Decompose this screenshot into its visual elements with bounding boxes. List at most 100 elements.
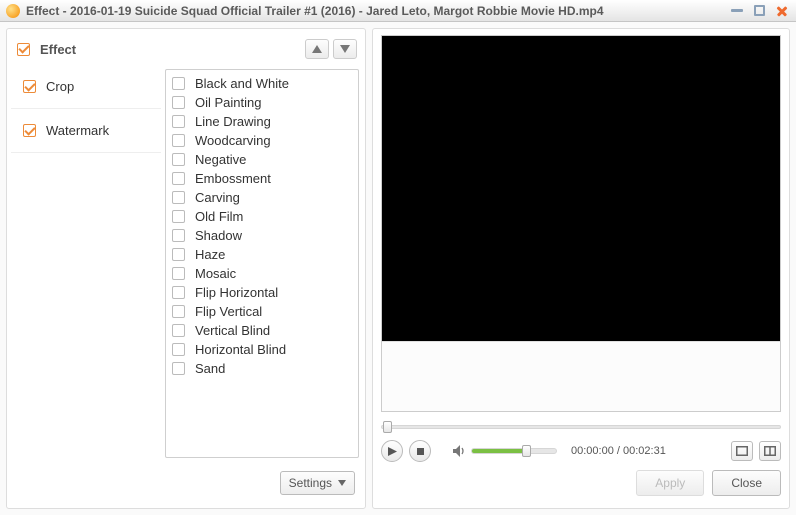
effect-checkbox[interactable] [172,172,185,185]
left-footer: Settings [11,462,361,504]
stop-button[interactable] [409,440,431,462]
effect-item[interactable]: Negative [172,150,352,169]
apply-button[interactable]: Apply [636,470,704,496]
window-close-button[interactable] [772,4,790,18]
settings-button[interactable]: Settings [280,471,355,495]
right-pane: 00:00:00 / 00:02:31 Apply Close [372,28,790,509]
right-footer: Apply Close [381,462,781,504]
left-body: Crop Watermark Black and White Oil Paintin… [11,65,361,462]
window-maximize-button[interactable] [750,4,768,18]
seek-track [381,425,781,429]
effect-item[interactable]: Flip Vertical [172,302,352,321]
chevron-up-icon [312,45,322,53]
workspace: Effect Crop Watermark Black and White Oil … [0,22,796,515]
current-time: 00:00:00 [571,445,614,457]
effect-label: Black and White [195,76,289,91]
effect-label: Flip Horizontal [195,285,278,300]
effect-label: Carving [195,190,240,205]
effect-item[interactable]: Carving [172,188,352,207]
play-button[interactable] [381,440,403,462]
effect-checkbox[interactable] [172,153,185,166]
volume-slider[interactable] [471,448,557,454]
settings-label: Settings [289,476,332,490]
effect-checkbox[interactable] [172,77,185,90]
aspect-button[interactable] [731,441,753,461]
effect-checkbox[interactable] [172,115,185,128]
effect-checkbox[interactable] [172,134,185,147]
volume-icon[interactable] [453,445,467,457]
left-pane-header: Effect [11,33,361,65]
move-down-button[interactable] [333,39,357,59]
effect-label: Negative [195,152,246,167]
effect-checkbox[interactable] [172,229,185,242]
player-controls: 00:00:00 / 00:02:31 [381,440,781,462]
sidebar-checkbox[interactable] [23,124,36,137]
effect-label: Haze [195,247,225,262]
left-pane: Effect Crop Watermark Black and White Oil … [6,28,366,509]
move-up-button[interactable] [305,39,329,59]
minimize-icon [731,9,743,12]
effect-item[interactable]: Horizontal Blind [172,340,352,359]
window-minimize-button[interactable] [728,4,746,18]
sidebar-item-crop[interactable]: Crop [11,65,161,109]
effect-label: Flip Vertical [195,304,262,319]
effect-item[interactable]: Mosaic [172,264,352,283]
effect-checkbox[interactable] [172,305,185,318]
effect-item[interactable]: Old Film [172,207,352,226]
effect-label: Old Film [195,209,243,224]
effect-label: Woodcarving [195,133,271,148]
window-title: Effect - 2016-01-19 Suicide Squad Offici… [26,4,724,18]
time-display: 00:00:00 / 00:02:31 [571,445,666,457]
effect-checkbox[interactable] [172,324,185,337]
volume-thumb[interactable] [522,445,531,457]
sidebar-item-watermark[interactable]: Watermark [11,109,161,153]
effect-checkbox[interactable] [172,343,185,356]
close-button[interactable]: Close [712,470,781,496]
sidebar-checkbox[interactable] [23,80,36,93]
effect-checkbox[interactable] [172,286,185,299]
effect-item[interactable]: Vertical Blind [172,321,352,340]
volume-fill [472,449,524,453]
effect-heading: Effect [40,42,76,57]
fullscreen-button[interactable] [759,441,781,461]
effect-checkbox[interactable] [172,210,185,223]
effect-checkbox[interactable] [172,362,185,375]
video-preview [381,35,781,412]
effect-item[interactable]: Woodcarving [172,131,352,150]
effect-heading-checkbox[interactable] [17,43,30,56]
effect-item[interactable]: Flip Horizontal [172,283,352,302]
effect-item[interactable]: Line Drawing [172,112,352,131]
effect-item[interactable]: Embossment [172,169,352,188]
stop-icon [416,447,425,456]
maximize-icon [754,5,765,16]
seek-thumb[interactable] [383,421,392,433]
effect-checkbox[interactable] [172,267,185,280]
seek-bar[interactable] [381,420,781,434]
effect-checkbox[interactable] [172,248,185,261]
video-compare-strip [382,341,780,411]
effect-label: Vertical Blind [195,323,270,338]
play-icon [388,447,397,456]
effects-list[interactable]: Black and White Oil Painting Line Drawing W… [165,69,359,458]
close-icon [774,4,788,18]
video-viewport[interactable] [382,36,780,341]
effect-item[interactable]: Oil Painting [172,93,352,112]
sidebar-item-label: Crop [46,79,74,94]
caret-down-icon [338,480,346,486]
total-time: 00:02:31 [623,445,666,457]
sidebar: Crop Watermark [11,65,161,462]
sidebar-item-label: Watermark [46,123,109,138]
effect-checkbox[interactable] [172,191,185,204]
effect-item[interactable]: Black and White [172,74,352,93]
effect-item[interactable]: Sand [172,359,352,378]
titlebar[interactable]: Effect - 2016-01-19 Suicide Squad Offici… [0,0,796,22]
effect-label: Shadow [195,228,242,243]
effect-label: Mosaic [195,266,236,281]
effect-label: Line Drawing [195,114,271,129]
effect-label: Embossment [195,171,271,186]
effect-item[interactable]: Shadow [172,226,352,245]
effect-item[interactable]: Haze [172,245,352,264]
aspect-icon [736,446,748,456]
effect-label: Sand [195,361,225,376]
effect-checkbox[interactable] [172,96,185,109]
